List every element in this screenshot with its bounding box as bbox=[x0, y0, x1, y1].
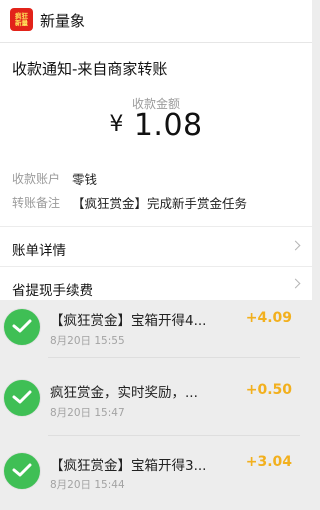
message-amount: +0.50 bbox=[245, 382, 292, 398]
amount-value: 1.08 bbox=[133, 108, 203, 143]
wechat-pay-icon bbox=[3, 308, 41, 346]
list-item[interactable]: 疯狂赏金，实时奖励，... 8月20日 15:47 +0.50 bbox=[0, 372, 312, 436]
amount-display: ¥1.08 bbox=[0, 108, 312, 143]
chevron-right-icon bbox=[290, 278, 301, 289]
wechat-pay-icon bbox=[3, 452, 41, 490]
message-title: 疯狂赏金，实时奖励，... bbox=[50, 385, 198, 401]
app-name: 新量象 bbox=[40, 12, 86, 30]
divider bbox=[48, 435, 300, 436]
wechat-pay-icon bbox=[3, 379, 41, 417]
message-title: 【疯狂赏金】宝箱开得3... bbox=[50, 458, 207, 474]
currency-symbol: ¥ bbox=[109, 112, 124, 137]
message-amount: +3.04 bbox=[245, 454, 292, 470]
list-item[interactable]: 【疯狂赏金】宝箱开得3... 8月20日 15:44 +3.04 bbox=[0, 446, 312, 510]
save-withdraw-fee-label: 省提现手续费 bbox=[12, 283, 93, 299]
app-logo: 疯狂 新量 bbox=[10, 8, 33, 31]
list-item[interactable]: 【疯狂赏金】宝箱开得4... 8月20日 15:55 +4.09 bbox=[0, 300, 312, 364]
message-amount: +4.09 bbox=[245, 310, 292, 326]
bill-details-row[interactable]: 账单详情 bbox=[0, 227, 312, 267]
message-title: 【疯狂赏金】宝箱开得4... bbox=[50, 313, 207, 329]
remark-label: 转账备注 bbox=[12, 196, 61, 210]
logo-text-bottom: 新量 bbox=[15, 18, 28, 27]
notice-title: 收款通知-来自商家转账 bbox=[12, 60, 168, 78]
account-value: 零钱 bbox=[72, 172, 98, 187]
divider bbox=[48, 357, 300, 358]
bill-details-label: 账单详情 bbox=[12, 243, 66, 259]
remark-value: 【疯狂赏金】完成新手赏金任务 bbox=[72, 196, 248, 211]
account-label: 收款账户 bbox=[12, 172, 61, 186]
message-time: 8月20日 15:55 bbox=[50, 335, 125, 347]
app-header[interactable]: 疯狂 新量 新量象 bbox=[0, 0, 312, 43]
message-time: 8月20日 15:47 bbox=[50, 407, 125, 419]
transfer-notice-card: 疯狂 新量 新量象 收款通知-来自商家转账 收款金额 ¥1.08 收款账户 零钱… bbox=[0, 0, 312, 300]
message-time: 8月20日 15:44 bbox=[50, 479, 125, 491]
chevron-right-icon bbox=[290, 240, 301, 251]
